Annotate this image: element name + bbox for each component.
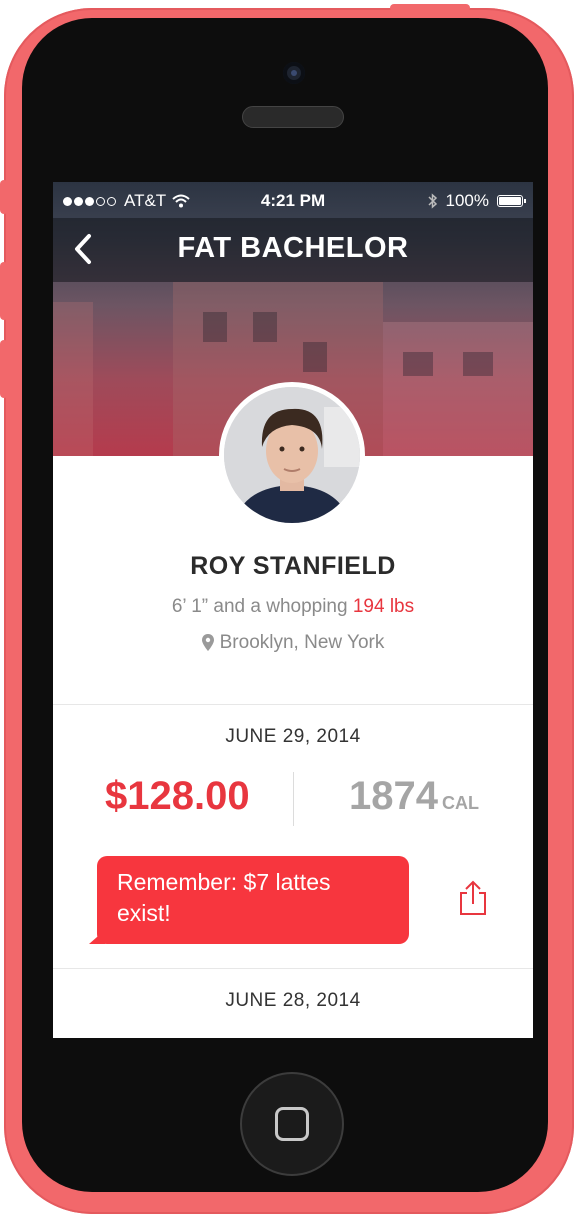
avatar[interactable] — [219, 382, 365, 528]
battery-icon — [497, 195, 526, 207]
battery-percent: 100% — [445, 191, 489, 210]
share-icon[interactable] — [457, 880, 489, 916]
profile-location: Brooklyn, New York — [53, 632, 533, 654]
stats-text: 6’ 1” and a whopping — [171, 596, 353, 617]
amount-spent: $128.00 — [105, 774, 250, 818]
volume-up-button — [0, 262, 8, 320]
nav-bar: FAT BACHELOR — [53, 218, 533, 282]
location-text: Brooklyn, New York — [219, 632, 385, 653]
divider — [53, 704, 533, 705]
volume-down-button — [0, 340, 8, 398]
calories: 1874 CAL — [349, 774, 479, 819]
profile-name: ROY STANFIELD — [190, 552, 396, 580]
earpiece-speaker — [242, 106, 344, 128]
calories-unit: CAL — [441, 793, 479, 813]
entry-date: JUNE 29, 2014 — [225, 726, 361, 747]
home-square-icon — [275, 1107, 309, 1141]
reminder-bubble: Remember: $7 lattes exist! — [97, 856, 409, 944]
avatar-portrait — [224, 387, 360, 523]
mute-switch — [0, 180, 8, 214]
page-title: FAT BACHELOR — [177, 232, 409, 264]
front-camera — [283, 62, 305, 84]
home-button[interactable] — [240, 1072, 344, 1176]
entry-date: JUNE 28, 2014 — [225, 990, 361, 1011]
app-screen: AT&T 4:21 PM 100% FAT BACHELOR ROY STANF… — [53, 182, 533, 1038]
weight-value: 194 lbs — [352, 596, 415, 617]
bluetooth-icon — [427, 193, 437, 209]
map-pin-icon — [201, 634, 214, 651]
calories-value: 1874 — [349, 774, 438, 818]
profile-stats: 6’ 1” and a whopping 194 lbs — [53, 596, 533, 618]
status-bar: AT&T 4:21 PM 100% — [53, 182, 533, 218]
vertical-divider — [293, 772, 294, 826]
power-button — [390, 4, 470, 12]
divider — [53, 968, 533, 969]
